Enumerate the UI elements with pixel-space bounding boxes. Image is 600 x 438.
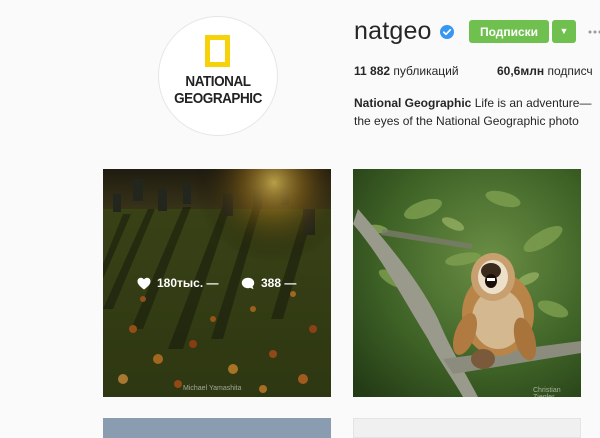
logo-text-line2: GEOGRAPHIC <box>165 90 271 107</box>
followers-count: 60,6млн <box>497 64 544 78</box>
bio-name: National Geographic <box>354 96 471 110</box>
logo-text-line1: NATIONAL <box>165 73 271 90</box>
post-tile-1[interactable]: 180тыс. — 388 — Michael Yamashita <box>103 169 331 397</box>
posts-label: публикаций <box>393 64 458 78</box>
verified-badge-icon <box>440 25 454 39</box>
post-1-comments: 388 — <box>261 276 296 290</box>
posts-count: 11 882 <box>354 64 390 78</box>
chevron-down-icon: ▼ <box>560 26 569 36</box>
post-1-likes: 180тыс. — <box>157 276 219 290</box>
post-1-stats: 180тыс. — 388 — <box>103 273 331 297</box>
followers-label: подписч <box>547 64 592 78</box>
profile-username: natgeo <box>354 17 432 46</box>
more-options-icon[interactable] <box>588 30 600 34</box>
comment-bubble-icon <box>241 277 255 290</box>
post-tile-2[interactable]: Christian Ziegler <box>353 169 581 397</box>
following-button[interactable]: Подписки <box>469 20 549 43</box>
posts-stat: 11 882 публикаций <box>354 64 459 78</box>
follow-dropdown-button[interactable]: ▼ <box>552 20 576 43</box>
profile-bio: National Geographic Life is an adventure… <box>354 94 591 130</box>
post-image-2 <box>353 169 581 397</box>
post-1-credit: Michael Yamashita <box>183 385 242 392</box>
followers-stat[interactable]: 60,6млн подписч <box>497 64 593 78</box>
bio-line1: Life is an adventure— <box>475 96 592 110</box>
post-tile-4[interactable] <box>353 418 581 438</box>
post-tile-3[interactable] <box>103 418 331 438</box>
bio-line2: the eyes of the National Geographic phot… <box>354 112 591 130</box>
heart-icon <box>137 277 151 290</box>
profile-avatar[interactable]: NATIONAL GEOGRAPHIC <box>158 16 278 136</box>
natgeo-logo-icon <box>205 35 230 67</box>
post-2-credit: Christian Ziegler <box>533 387 581 397</box>
